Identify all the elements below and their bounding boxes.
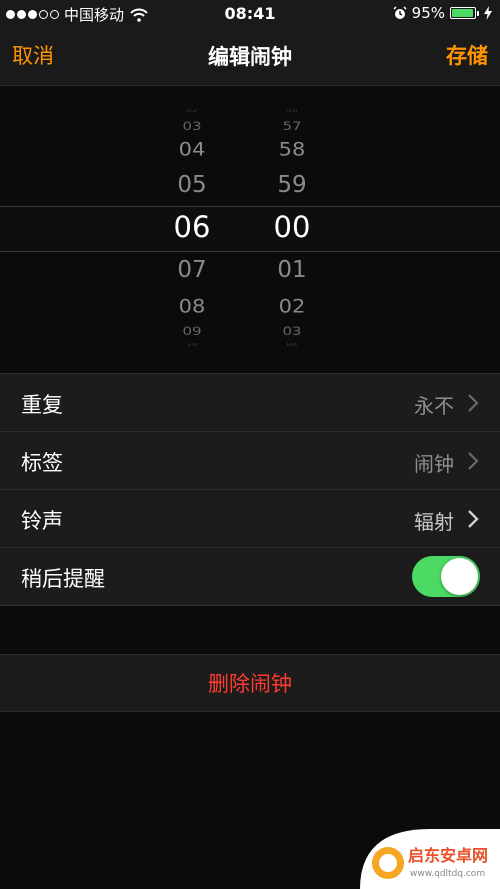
- picker-selection-band: [0, 206, 500, 252]
- sound-label: 铃声: [21, 509, 63, 533]
- toggle-knob: [441, 558, 478, 595]
- navigation-bar: 取消 编辑闹钟 存储: [0, 28, 500, 86]
- save-button[interactable]: 存储: [446, 40, 488, 70]
- snooze-toggle[interactable]: [412, 556, 480, 597]
- picker-value[interactable]: 04: [152, 137, 232, 161]
- picker-value[interactable]: 02: [252, 294, 332, 318]
- watermark-name: 启东安卓网: [408, 846, 488, 865]
- chevron-right-icon: [468, 510, 479, 528]
- picker-value[interactable]: 05: [152, 171, 232, 200]
- alarm-clock-icon: [393, 6, 407, 19]
- page-title: 编辑闹钟: [208, 45, 292, 69]
- delete-alarm-button[interactable]: 删除闹钟: [0, 655, 500, 711]
- edit-alarm-screen: 中国移动 08:41 95% 取消 编辑闹钟 存储 02 03 04 05 06…: [0, 0, 500, 889]
- time-picker[interactable]: 02 03 04 05 06 07 08 09 10 56 57 58 59 00 01 02 03 04: [0, 86, 500, 373]
- picker-selected-value[interactable]: 00: [252, 210, 332, 245]
- site-watermark-logo: 启东安卓网 www.qdltdq.com: [360, 829, 500, 889]
- hour-wheel[interactable]: 02 03 04 05 06 07 08 09 10: [152, 86, 232, 373]
- label-row[interactable]: 标签 闹钟: [0, 432, 500, 490]
- minute-wheel[interactable]: 56 57 58 59 00 01 02 03 04: [252, 86, 332, 373]
- battery-fill: [452, 9, 473, 17]
- label-label: 标签: [21, 451, 63, 475]
- picker-value[interactable]: 08: [152, 294, 232, 318]
- sound-value: 辐射: [414, 510, 454, 534]
- picker-value[interactable]: 07: [152, 256, 232, 285]
- picker-value[interactable]: 58: [252, 137, 332, 161]
- chevron-right-icon: [468, 394, 479, 412]
- repeat-row[interactable]: 重复 永不: [0, 374, 500, 432]
- battery-icon: [450, 7, 476, 19]
- picker-value[interactable]: 01: [252, 256, 332, 285]
- status-right: 95%: [393, 4, 492, 22]
- delete-section: 删除闹钟: [0, 654, 500, 712]
- sound-row[interactable]: 铃声 辐射: [0, 490, 500, 548]
- picker-selected-value[interactable]: 06: [152, 210, 232, 245]
- picker-value[interactable]: 09: [152, 324, 232, 340]
- picker-value[interactable]: 03: [152, 119, 232, 135]
- repeat-value: 永不: [414, 394, 454, 418]
- picker-value[interactable]: 59: [252, 171, 332, 200]
- picker-value[interactable]: 02: [152, 108, 232, 115]
- charging-bolt-icon: [484, 6, 492, 20]
- battery-tip: [477, 10, 479, 16]
- alarm-settings-list: 重复 永不 标签 闹钟 铃声 辐射 稍后提醒: [0, 373, 500, 606]
- repeat-label: 重复: [21, 393, 63, 417]
- watermark-url: www.qdltdq.com: [410, 869, 485, 879]
- picker-value[interactable]: 04: [252, 342, 332, 349]
- picker-value[interactable]: 03: [252, 324, 332, 340]
- snooze-label: 稍后提醒: [21, 567, 105, 591]
- chevron-right-icon: [468, 452, 479, 470]
- snooze-row: 稍后提醒: [0, 548, 500, 606]
- battery-percent: 95%: [411, 4, 445, 22]
- status-bar: 中国移动 08:41 95%: [0, 0, 500, 28]
- label-value: 闹钟: [414, 452, 454, 476]
- picker-value[interactable]: 10: [152, 342, 232, 349]
- picker-value[interactable]: 56: [252, 108, 332, 115]
- picker-value[interactable]: 57: [252, 119, 332, 135]
